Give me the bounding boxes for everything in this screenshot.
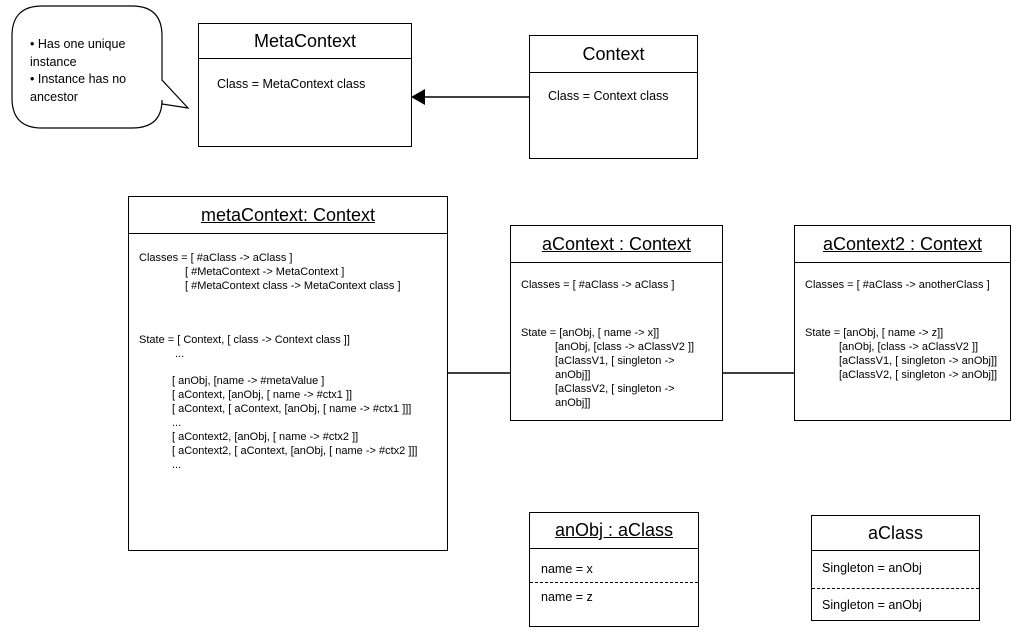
classes-line: [ #MetaContext -> MetaContext ] xyxy=(185,266,345,278)
instance-title: anObj : aClass xyxy=(530,513,698,549)
attribute-row: name = z xyxy=(541,590,593,604)
callout-text: • Has one unique instance • Instance has… xyxy=(30,37,127,104)
class-title: aClass xyxy=(812,516,979,551)
state-line: State = [ Context, [ class -> Context cl… xyxy=(139,334,350,346)
class-title: Context xyxy=(530,36,697,73)
state-line: ... xyxy=(172,417,182,429)
state-line: ... xyxy=(172,459,182,471)
instance-title: aContext2 : Context xyxy=(795,226,1010,263)
arrowhead-icon xyxy=(411,89,425,105)
classes-line: Classes = [ #aClass -> aClass ] xyxy=(139,252,293,264)
classes-line: Classes = [ #aClass -> aClass ] xyxy=(521,279,675,291)
instance-title: aContext : Context xyxy=(511,226,722,263)
class-title: MetaContext xyxy=(199,24,411,59)
state-line: [aClassV2, [ singleton -> anObj]] xyxy=(839,369,998,381)
state-line: [ aContext2, [anObj, [ name -> #ctx2 ]] xyxy=(172,431,359,443)
context-class-box[interactable]: Context Class = Context class xyxy=(529,35,698,159)
aclass-box[interactable]: aClass Singleton = anObj Singleton = anO… xyxy=(811,515,980,621)
state-line: [aClassV2, [ singleton -> anObj]] xyxy=(555,383,675,409)
attribute-row: Singleton = anObj xyxy=(812,551,979,589)
metacontext-class-box[interactable]: MetaContext Class = MetaContext class xyxy=(198,23,412,147)
state-line: [ anObj, [name -> #metaValue ] xyxy=(172,375,325,387)
state-line: ... xyxy=(175,348,185,360)
instance-title: metaContext: Context xyxy=(129,197,447,234)
attribute-row: Singleton = anObj xyxy=(822,598,922,612)
class-attribute: Class = Context class xyxy=(548,89,669,103)
class-attribute: Class = MetaContext class xyxy=(217,77,366,91)
anobj-instance-box[interactable]: anObj : aClass name = x name = z xyxy=(529,512,699,627)
state-line: [ aContext2, [ aContext, [anObj, [ name … xyxy=(172,445,418,457)
state-line: State = [anObj, [ name -> x]] xyxy=(521,327,660,339)
state-line: [ aContext, [ aContext, [anObj, [ name -… xyxy=(172,403,412,415)
classes-line: Classes = [ #aClass -> anotherClass ] xyxy=(805,279,990,291)
state-line: [anObj, [class -> aClassV2 ]] xyxy=(555,341,695,353)
metacontext-instance-box[interactable]: metaContext: Context Classes = [ #aClass… xyxy=(128,196,448,551)
state-line: [aClassV1, [ singleton -> anObj]] xyxy=(839,355,998,367)
state-line: [anObj, [class -> aClassV2 ]] xyxy=(839,341,979,353)
state-line: [ aContext, [anObj, [ name -> #ctx1 ]] xyxy=(172,389,353,401)
acontext-instance-box[interactable]: aContext : Context Classes = [ #aClass -… xyxy=(510,225,723,421)
state-line: [aClassV1, [ singleton -> anObj]] xyxy=(555,355,675,381)
state-line: State = [anObj, [ name -> z]] xyxy=(805,327,944,339)
acontext2-instance-box[interactable]: aContext2 : Context Classes = [ #aClass … xyxy=(794,225,1011,421)
attribute-row: name = x xyxy=(530,549,698,583)
classes-line: [ #MetaContext class -> MetaContext clas… xyxy=(185,280,401,292)
